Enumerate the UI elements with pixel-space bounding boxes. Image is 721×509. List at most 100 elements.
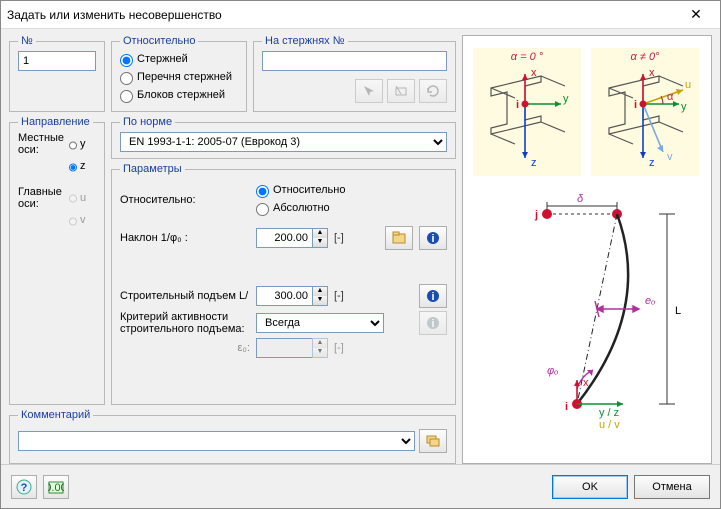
- svg-text:y: y: [681, 101, 687, 113]
- window-title: Задать или изменить несовершенство: [7, 8, 678, 22]
- eps-spinner: ▲▼: [256, 338, 328, 358]
- slope-label: Наклон 1/φ₀ :: [120, 232, 250, 244]
- comment-select[interactable]: [18, 431, 415, 451]
- label-members: Стержней: [137, 53, 188, 65]
- eps-unit: [-]: [334, 342, 352, 354]
- svg-text:φₒ: φₒ: [547, 365, 559, 377]
- footer: ? 0.00 OK Отмена: [1, 464, 720, 508]
- criterion-label: Критерий активности строительного подъем…: [120, 311, 250, 335]
- arrow-down-icon: ▼: [313, 348, 327, 357]
- label-z: z: [80, 160, 96, 172]
- info-icon[interactable]: i: [419, 226, 447, 250]
- svg-text:0.00: 0.00: [48, 482, 64, 494]
- param-relative-label: Относительно:: [120, 194, 250, 206]
- camber-spinner[interactable]: ▲▼: [256, 286, 328, 306]
- camber-label: Строительный подъем L/: [120, 290, 250, 302]
- radio-sets[interactable]: [120, 72, 133, 85]
- fieldset-number: №: [9, 35, 105, 112]
- radio-absolute[interactable]: [256, 203, 269, 216]
- svg-text:y / z: y / z: [599, 407, 619, 419]
- radio-v: [69, 215, 77, 228]
- radio-relative[interactable]: [256, 185, 269, 198]
- svg-text:?: ?: [21, 482, 28, 494]
- camber-input[interactable]: [256, 286, 312, 306]
- svg-text:u: u: [685, 79, 691, 91]
- cancel-button[interactable]: Отмена: [634, 475, 710, 499]
- apply-icon[interactable]: [419, 79, 447, 103]
- svg-text:L: L: [675, 305, 681, 317]
- pick-member-icon[interactable]: [355, 79, 383, 103]
- units-icon[interactable]: 0.00: [43, 475, 69, 499]
- radio-members[interactable]: [120, 54, 133, 67]
- arrow-up-icon[interactable]: ▲: [313, 229, 327, 238]
- members-input[interactable]: [262, 51, 447, 71]
- fieldset-direction: Направление Местные оси: y z Главные оси…: [9, 116, 105, 405]
- legend-number: №: [18, 35, 36, 47]
- svg-text:i: i: [565, 401, 568, 413]
- legend-parameters: Параметры: [120, 163, 185, 175]
- help-icon[interactable]: ?: [11, 475, 37, 499]
- info-icon[interactable]: i: [419, 284, 447, 308]
- ok-button[interactable]: OK: [552, 475, 628, 499]
- label-v: v: [80, 214, 96, 226]
- legend-on-members: На стержнях №: [262, 35, 348, 47]
- label-u: u: [80, 192, 96, 204]
- svg-text:u / v: u / v: [599, 419, 620, 431]
- slope-unit: [-]: [334, 232, 352, 244]
- fieldset-relative: Относительно Стержней Перечня стержней Б…: [111, 35, 247, 112]
- svg-text:j: j: [534, 209, 538, 221]
- svg-text:α ≠ 0°: α ≠ 0°: [631, 51, 661, 63]
- diagram-svg: α = 0 ° i x y z: [467, 44, 707, 444]
- pick-set-icon[interactable]: [387, 79, 415, 103]
- global-axes-label: Главные оси:: [18, 186, 64, 210]
- svg-text:α: α: [667, 91, 674, 103]
- arrow-down-icon[interactable]: ▼: [313, 238, 327, 247]
- radio-y[interactable]: [69, 139, 77, 152]
- comment-library-icon[interactable]: [419, 429, 447, 453]
- fieldset-on-members: На стержнях №: [253, 35, 456, 112]
- label-y: y: [80, 138, 96, 150]
- radio-blocks[interactable]: [120, 90, 133, 103]
- close-button[interactable]: ✕: [678, 3, 714, 27]
- radio-z[interactable]: [69, 161, 77, 174]
- slope-input[interactable]: [256, 228, 312, 248]
- svg-text:i: i: [634, 99, 637, 111]
- eps-label: ε₀:: [120, 342, 250, 354]
- slope-spinner[interactable]: ▲▼: [256, 228, 328, 248]
- svg-text:eₒ: eₒ: [645, 295, 655, 307]
- svg-text:y: y: [563, 93, 569, 105]
- label-opt-absolute: Абсолютно: [273, 202, 330, 214]
- fieldset-comment: Комментарий: [9, 409, 456, 464]
- svg-text:i: i: [431, 291, 434, 303]
- svg-text:i: i: [431, 318, 434, 330]
- label-sets: Перечня стержней: [137, 71, 232, 83]
- svg-text:i: i: [431, 233, 434, 245]
- arrow-up-icon[interactable]: ▲: [313, 287, 327, 296]
- svg-text:i: i: [516, 99, 519, 111]
- camber-unit: [-]: [334, 290, 352, 302]
- svg-text:δ: δ: [577, 193, 584, 205]
- legend-direction: Направление: [18, 116, 93, 128]
- svg-text:α = 0 °: α = 0 °: [511, 51, 544, 63]
- fieldset-standard: По норме EN 1993-1-1: 2005-07 (Еврокод 3…: [111, 116, 456, 159]
- standard-select[interactable]: EN 1993-1-1: 2005-07 (Еврокод 3): [120, 132, 447, 152]
- radio-u: [69, 192, 77, 205]
- library-icon[interactable]: [385, 226, 413, 250]
- diagram-panel: α = 0 ° i x y z: [462, 35, 712, 464]
- label-blocks: Блоков стержней: [137, 89, 225, 101]
- eps-input: [256, 338, 312, 358]
- local-axes-label: Местные оси:: [18, 132, 64, 156]
- legend-comment: Комментарий: [18, 409, 93, 421]
- criterion-select[interactable]: Всегда: [256, 313, 384, 333]
- svg-text:x: x: [583, 377, 589, 389]
- dialog-window: Задать или изменить несовершенство ✕ № О…: [0, 0, 721, 509]
- number-input[interactable]: [18, 51, 96, 71]
- label-opt-relative: Относительно: [273, 184, 345, 196]
- info-icon[interactable]: i: [419, 311, 447, 335]
- arrow-up-icon: ▲: [313, 339, 327, 348]
- arrow-down-icon[interactable]: ▼: [313, 296, 327, 305]
- legend-relative: Относительно: [120, 35, 198, 47]
- fieldset-parameters: Параметры Относительно: Относительно: [111, 163, 456, 405]
- svg-text:z: z: [531, 157, 537, 169]
- svg-text:v: v: [667, 151, 673, 163]
